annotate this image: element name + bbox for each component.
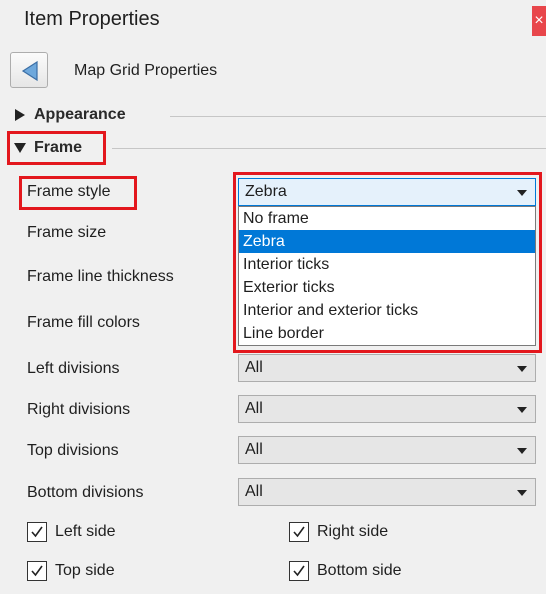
triangle-left-icon bbox=[21, 60, 38, 82]
nav-row: Map Grid Properties bbox=[0, 46, 546, 96]
divider bbox=[112, 148, 546, 149]
divider bbox=[170, 116, 546, 117]
chevron-down-icon bbox=[517, 407, 527, 413]
chevron-down-icon bbox=[517, 490, 527, 496]
close-button[interactable]: × bbox=[532, 6, 546, 36]
top-side-checkbox[interactable]: Top side bbox=[27, 559, 115, 583]
bottom-side-checkbox[interactable]: Bottom side bbox=[289, 559, 401, 583]
right-divisions-value: All bbox=[245, 400, 263, 417]
frame-size-label: Frame size bbox=[27, 224, 107, 241]
checkmark-icon bbox=[293, 526, 305, 538]
checkbox-box[interactable] bbox=[27, 561, 47, 581]
back-button[interactable] bbox=[10, 52, 48, 88]
left-side-label: Left side bbox=[55, 523, 116, 540]
frame-style-label-highlight bbox=[19, 176, 137, 210]
checkmark-icon bbox=[293, 565, 305, 577]
bottom-divisions-label: Bottom divisions bbox=[27, 484, 144, 501]
left-divisions-value: All bbox=[245, 359, 263, 376]
checkmark-icon bbox=[31, 565, 43, 577]
bottom-side-label: Bottom side bbox=[317, 562, 402, 579]
frame-fill-colors-label: Frame fill colors bbox=[27, 314, 140, 331]
frame-section-highlight bbox=[7, 131, 106, 165]
top-divisions-select[interactable]: All bbox=[238, 436, 536, 464]
chevron-down-icon bbox=[517, 448, 527, 454]
checkbox-box[interactable] bbox=[27, 522, 47, 542]
frame-style-dropdown-highlight bbox=[233, 172, 542, 353]
right-side-checkbox[interactable]: Right side bbox=[289, 520, 388, 544]
checkmark-icon bbox=[31, 526, 43, 538]
title-bar: Item Properties × bbox=[0, 0, 546, 42]
top-side-label: Top side bbox=[55, 562, 115, 579]
section-appearance-label: Appearance bbox=[34, 106, 126, 123]
window-title: Item Properties bbox=[24, 8, 160, 30]
close-icon: × bbox=[534, 12, 544, 29]
top-divisions-value: All bbox=[245, 441, 263, 458]
top-divisions-label: Top divisions bbox=[27, 442, 119, 459]
left-divisions-label: Left divisions bbox=[27, 360, 120, 377]
bottom-divisions-value: All bbox=[245, 483, 263, 500]
checkbox-box[interactable] bbox=[289, 561, 309, 581]
bottom-divisions-select[interactable]: All bbox=[238, 478, 536, 506]
frame-line-thickness-label: Frame line thickness bbox=[27, 268, 174, 285]
checkbox-box[interactable] bbox=[289, 522, 309, 542]
expand-right-icon bbox=[12, 107, 28, 123]
right-divisions-label: Right divisions bbox=[27, 401, 131, 418]
left-side-checkbox[interactable]: Left side bbox=[27, 520, 115, 544]
section-appearance[interactable]: Appearance bbox=[12, 103, 126, 127]
right-side-label: Right side bbox=[317, 523, 389, 540]
right-divisions-select[interactable]: All bbox=[238, 395, 536, 423]
page-title: Map Grid Properties bbox=[74, 62, 218, 79]
chevron-down-icon bbox=[517, 366, 527, 372]
left-divisions-select[interactable]: All bbox=[238, 354, 536, 382]
